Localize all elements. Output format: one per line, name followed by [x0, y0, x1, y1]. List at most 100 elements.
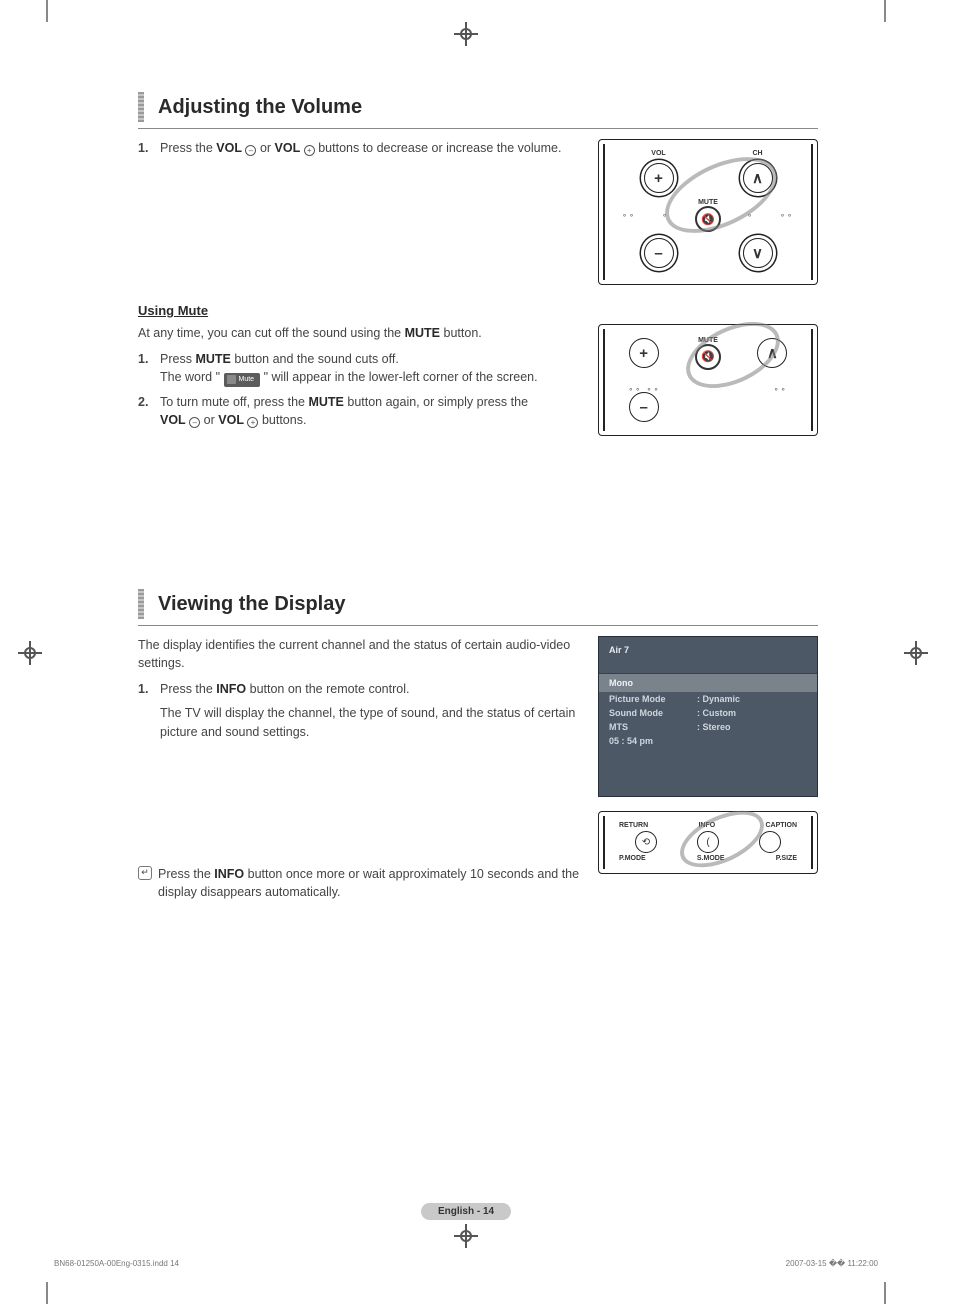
page-badge: English - 14 — [421, 1203, 511, 1220]
footer: BN68-01250A-00Eng-0315.indd 14 2007-03-1… — [48, 1259, 884, 1268]
remote-illustration: VOL + CH ∧ ∘∘ ∘ MUTE 🔇 — [598, 139, 818, 285]
vol-up-icon: + — [644, 163, 674, 193]
registration-mark-icon — [458, 1228, 474, 1244]
label: P.SIZE — [776, 855, 797, 862]
label: VOL — [638, 150, 680, 157]
ch-up-icon: ∧ — [743, 163, 773, 193]
text: buttons to decrease or increase the volu… — [318, 141, 561, 155]
text: At any time, you can cut off the sound u… — [138, 326, 405, 340]
label: CH — [737, 150, 779, 157]
bold-text: MUTE — [405, 326, 440, 340]
text: Press — [160, 352, 195, 366]
chip-text: Mute — [239, 375, 255, 385]
remote-illustration: RETURN INFO CAPTION ⟲ ( P.MODE S.MODE P.… — [598, 811, 818, 874]
osd-time: 05 : 54 pm — [609, 736, 697, 746]
page: Adjusting the Volume 1. Press the VOL – … — [48, 32, 884, 1274]
step-number: 2. — [138, 393, 160, 429]
registration-mark-icon — [22, 645, 38, 661]
vol-up-icon: + — [629, 338, 659, 368]
bold-text: VOL — [218, 413, 244, 427]
bold-text: MUTE — [308, 395, 343, 409]
text: or — [260, 141, 275, 155]
plus-icon: + — [247, 417, 258, 428]
step-item: 1. Press the INFO button on the remote c… — [138, 680, 580, 740]
text: or — [204, 413, 219, 427]
dots-icon: ∘ — [662, 211, 669, 220]
bold-text: VOL — [275, 141, 301, 155]
osd-val: : Custom — [697, 708, 736, 718]
dots-icon: ∘ — [747, 211, 754, 220]
section-title: Viewing the Display — [158, 593, 345, 616]
osd-row: 05 : 54 pm — [599, 734, 817, 748]
osd-mono: Mono — [599, 673, 817, 692]
label: P.MODE — [619, 855, 646, 862]
label: MUTE — [695, 337, 721, 344]
osd-key: MTS — [609, 722, 697, 732]
step-number: 1. — [138, 139, 160, 157]
osd-val: : Dynamic — [697, 694, 740, 704]
bold-text: VOL — [216, 141, 242, 155]
dots-icon: ∘∘ — [774, 385, 788, 394]
section-body: The display identifies the current chann… — [138, 636, 580, 901]
step-item: 1. Press MUTE button and the sound cuts … — [138, 350, 580, 387]
ch-down-icon: ∨ — [743, 238, 773, 268]
text: The display identifies the current chann… — [138, 636, 580, 672]
remote-illustration: + MUTE 🔇 ∧ ∘∘ ∘∘ – ∘∘ – — [598, 324, 818, 436]
label: INFO — [698, 822, 715, 829]
osd-row: MTS: Stereo — [599, 720, 817, 734]
bold-text: VOL — [160, 413, 186, 427]
bold-text: INFO — [216, 682, 246, 696]
plus-icon: + — [304, 145, 315, 156]
text: Press the — [160, 682, 216, 696]
step-item: 1. Press the VOL – or VOL + buttons to d… — [138, 139, 580, 157]
divider — [138, 128, 818, 129]
ch-up-icon: ∧ — [757, 338, 787, 368]
divider — [138, 625, 818, 626]
text: Press the — [160, 141, 216, 155]
step-number: 1. — [138, 350, 160, 387]
subheading: Using Mute — [138, 303, 818, 318]
dots-icon: ∘∘ — [622, 211, 636, 220]
text: The TV will display the channel, the typ… — [160, 706, 575, 738]
text: button again, or simply press the — [347, 395, 528, 409]
label: S.MODE — [697, 855, 725, 862]
caption-icon — [759, 831, 781, 853]
mute-icon: 🔇 — [695, 344, 721, 370]
footer-left: BN68-01250A-00Eng-0315.indd 14 — [54, 1259, 179, 1268]
text: button and the sound cuts off. — [234, 352, 398, 366]
registration-mark-icon — [458, 26, 474, 42]
section-body: At any time, you can cut off the sound u… — [138, 324, 580, 439]
section-title: Adjusting the Volume — [158, 96, 362, 119]
osd-screenshot: Air 7 Mono Picture Mode: Dynamic Sound M… — [598, 636, 818, 797]
text: The word " — [160, 370, 220, 384]
osd-channel: Air 7 — [599, 637, 817, 673]
minus-icon: – — [245, 145, 256, 156]
text: Press the — [158, 867, 214, 881]
footer-right: 2007-03-15 �� 11:22:00 — [786, 1259, 878, 1268]
registration-mark-icon — [908, 645, 924, 661]
section-body: 1. Press the VOL – or VOL + buttons to d… — [138, 139, 580, 285]
section-bar-icon — [138, 92, 144, 122]
dots-icon: ∘∘ — [780, 211, 794, 220]
step-item: 2. To turn mute off, press the MUTE butt… — [138, 393, 580, 429]
bold-text: MUTE — [195, 352, 230, 366]
section-bar-icon — [138, 589, 144, 619]
osd-key: Picture Mode — [609, 694, 697, 704]
step-number: 1. — [138, 680, 160, 740]
vol-down-icon: – — [629, 392, 659, 422]
label: RETURN — [619, 822, 648, 829]
osd-key: Sound Mode — [609, 708, 697, 718]
text: button on the remote control. — [250, 682, 410, 696]
section-header: Adjusting the Volume — [138, 92, 818, 122]
osd-row: Picture Mode: Dynamic — [599, 692, 817, 706]
label: MUTE — [695, 199, 721, 206]
osd-row: Sound Mode: Custom — [599, 706, 817, 720]
text: To turn mute off, press the — [160, 395, 308, 409]
text: buttons. — [262, 413, 306, 427]
text: " will appear in the lower-left corner o… — [264, 370, 538, 384]
note-icon: ↵ — [138, 866, 152, 880]
text: button. — [444, 326, 482, 340]
osd-val: : Stereo — [697, 722, 731, 732]
mute-icon: 🔇 — [695, 206, 721, 232]
info-icon: ( — [697, 831, 719, 853]
